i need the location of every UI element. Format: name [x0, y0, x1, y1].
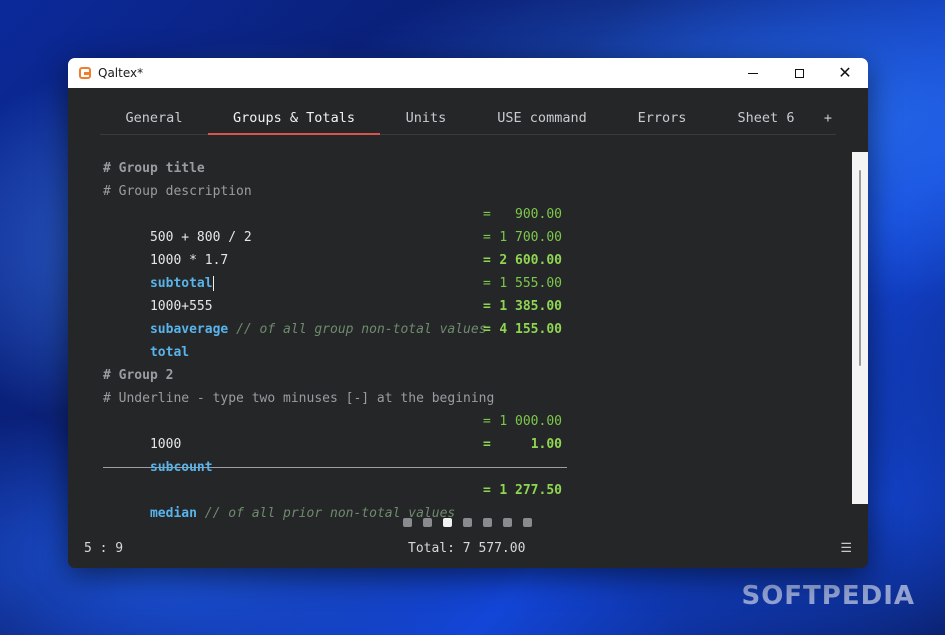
group-description-line[interactable]: # Underline - type two minuses [-] at th… [103, 387, 583, 410]
maximize-button[interactable] [776, 58, 822, 88]
pager-dot-active[interactable] [443, 518, 452, 527]
group-title-line[interactable]: # Group 2 [103, 364, 583, 387]
cursor-position: 5 : 9 [84, 541, 124, 556]
median-line[interactable]: median // of all prior non-total values … [103, 479, 583, 521]
line-result: 1 385.00 [499, 299, 562, 314]
app-logo-icon [79, 67, 91, 79]
minimize-icon [748, 72, 758, 74]
subtotal-line[interactable]: subtotal = 2 600.00 [103, 249, 583, 291]
window-title: Qaltex* [98, 66, 144, 80]
grand-total: Total: 7 577.00 [408, 541, 526, 556]
total-line[interactable]: total = 4 155.00 [103, 318, 583, 360]
watermark: SOFTPEDIA [741, 581, 915, 611]
line-result: 1 277.50 [499, 483, 562, 498]
add-tab-button[interactable]: + [820, 102, 836, 134]
status-bar: 5 : 9 Total: 7 577.00 ☰ [68, 538, 868, 562]
pager-dot[interactable] [483, 518, 492, 527]
line-result: 2 600.00 [499, 253, 562, 268]
group-description-line[interactable]: # Group description [103, 180, 583, 203]
line-result: 1 700.00 [499, 230, 562, 245]
sheet-tabs: General Groups & Totals Units USE comman… [100, 102, 836, 135]
maximize-icon [794, 68, 804, 78]
tab-general[interactable]: General [100, 102, 208, 134]
close-button[interactable]: ✕ [822, 58, 868, 88]
line-result: 1 555.00 [499, 276, 562, 291]
pager-dot[interactable] [523, 518, 532, 527]
close-icon: ✕ [838, 63, 852, 82]
group-title-line[interactable]: # Group title [103, 157, 583, 180]
line-result: 1.00 [530, 437, 562, 452]
pager-dot[interactable] [403, 518, 412, 527]
title-bar[interactable]: Qaltex* ✕ [68, 58, 868, 88]
expression-line[interactable]: 500 + 800 / 2 = 900.00 [103, 203, 583, 245]
tab-use-command[interactable]: USE command [472, 102, 612, 134]
line-result: 1 000.00 [499, 414, 562, 429]
subcount-line[interactable]: subcount = 1.00 [103, 433, 583, 475]
line-result: 900.00 [515, 207, 562, 222]
minimize-button[interactable] [730, 58, 776, 88]
pager-dot[interactable] [423, 518, 432, 527]
tab-groups-totals[interactable]: Groups & Totals [208, 102, 380, 135]
sheet-pager [403, 518, 532, 527]
tab-sheet-6[interactable]: Sheet 6 [712, 102, 820, 134]
subaverage-line[interactable]: subaverage // of all group non-total val… [103, 295, 583, 337]
tab-units[interactable]: Units [380, 102, 472, 134]
scrollbar-thumb[interactable] [859, 170, 861, 366]
empty-line[interactable] [103, 341, 583, 364]
pager-dot[interactable] [463, 518, 472, 527]
tab-errors[interactable]: Errors [612, 102, 712, 134]
expression-line[interactable]: 1000 = 1 000.00 [103, 410, 583, 452]
app-window: Qaltex* ✕ General Groups & Totals Units … [68, 58, 868, 568]
calc-editor[interactable]: # Group title # Group description 500 + … [103, 157, 583, 521]
window-controls: ✕ [730, 58, 868, 88]
expression-line[interactable]: 1000+555 = 1 555.00 [103, 272, 583, 314]
line-result: 4 155.00 [499, 322, 562, 337]
vertical-scrollbar[interactable] [852, 152, 868, 504]
pager-dot[interactable] [503, 518, 512, 527]
expression-line[interactable]: 1000 * 1.7 = 1 700.00 [103, 226, 583, 268]
hamburger-menu-icon[interactable]: ☰ [840, 541, 852, 556]
